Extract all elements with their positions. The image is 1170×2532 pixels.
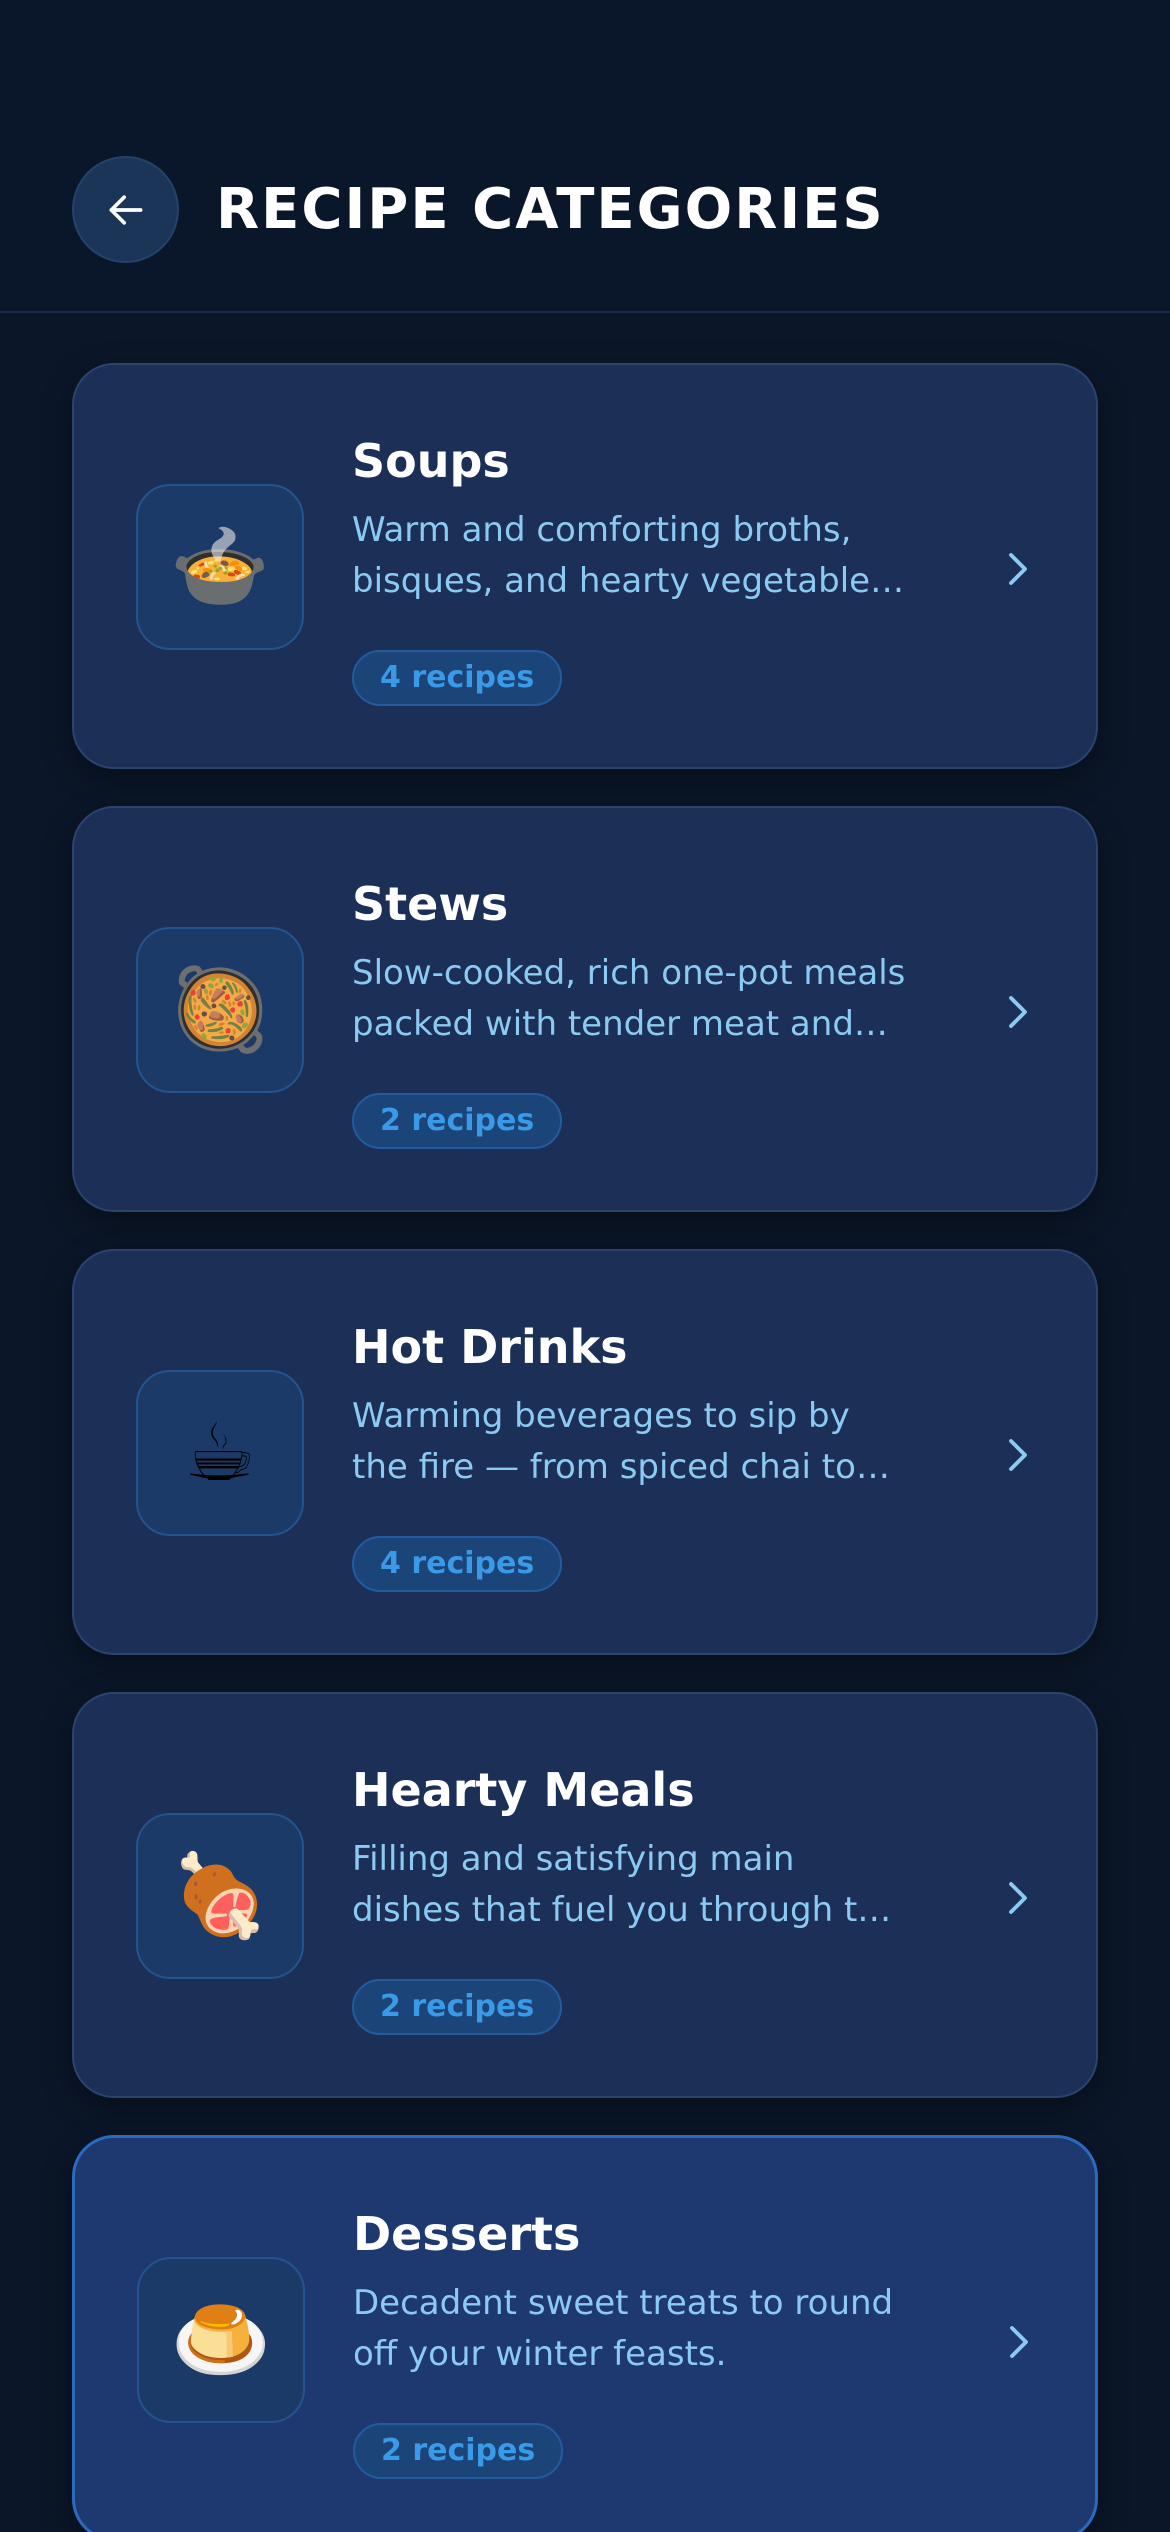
category-description: Slow-cooked, rich one-pot meals packed w… <box>352 953 906 1044</box>
recipe-count-badge: 2 recipes <box>353 2423 564 2479</box>
category-description: Decadent sweet treats to round off your … <box>353 2283 894 2374</box>
recipe-count-badge: 4 recipes <box>352 1536 563 1592</box>
coffee-cup-icon: ☕ <box>136 1370 304 1536</box>
category-card-hot-drinks[interactable]: ☕ Hot Drinks Warming beverages to sip by… <box>72 1249 1098 1655</box>
chevron-right-icon <box>989 2312 1049 2372</box>
recipe-count-badge: 4 recipes <box>352 650 563 706</box>
recipe-count-badge: 2 recipes <box>352 1979 563 2035</box>
category-title: Soups <box>352 434 510 488</box>
category-description: Warm and comforting broths, bisques, and… <box>352 510 905 601</box>
category-title: Hearty Meals <box>352 1763 695 1817</box>
category-list: 🍲 Soups Warm and comforting broths, bisq… <box>72 363 1098 2532</box>
custard-icon: 🍮 <box>137 2257 305 2423</box>
stew-pot-icon: 🥘 <box>136 927 304 1093</box>
category-title: Hot Drinks <box>352 1320 628 1374</box>
category-title: Stews <box>352 877 509 931</box>
page-title: RECIPE CATEGORIES <box>216 177 885 242</box>
category-description: Filling and satisfying main dishes that … <box>352 1839 900 1930</box>
chevron-right-icon <box>988 982 1048 1042</box>
recipe-categories-screen: RECIPE CATEGORIES 🍲 Soups Warm and comfo… <box>0 0 1170 2532</box>
category-description: Warming beverages to sip by the fire — f… <box>352 1396 856 1487</box>
category-card-desserts[interactable]: 🍮 Desserts Decadent sweet treats to roun… <box>72 2135 1098 2532</box>
category-card-hearty-meals[interactable]: 🍖 Hearty Meals Filling and satisfying ma… <box>72 1692 1098 2098</box>
back-button[interactable] <box>72 156 179 263</box>
soup-bowl-icon: 🍲 <box>136 484 304 650</box>
recipe-count-badge: 2 recipes <box>352 1093 563 1149</box>
chevron-right-icon <box>988 1425 1048 1485</box>
category-card-soups[interactable]: 🍲 Soups Warm and comforting broths, bisq… <box>72 363 1098 769</box>
category-title: Desserts <box>353 2207 581 2261</box>
chevron-right-icon <box>988 1868 1048 1928</box>
header: RECIPE CATEGORIES <box>0 0 1170 313</box>
meat-on-bone-icon: 🍖 <box>136 1813 304 1979</box>
arrow-left-icon <box>109 194 142 225</box>
category-card-stews[interactable]: 🥘 Stews Slow-cooked, rich one-pot meals … <box>72 806 1098 1212</box>
chevron-right-icon <box>988 539 1048 599</box>
